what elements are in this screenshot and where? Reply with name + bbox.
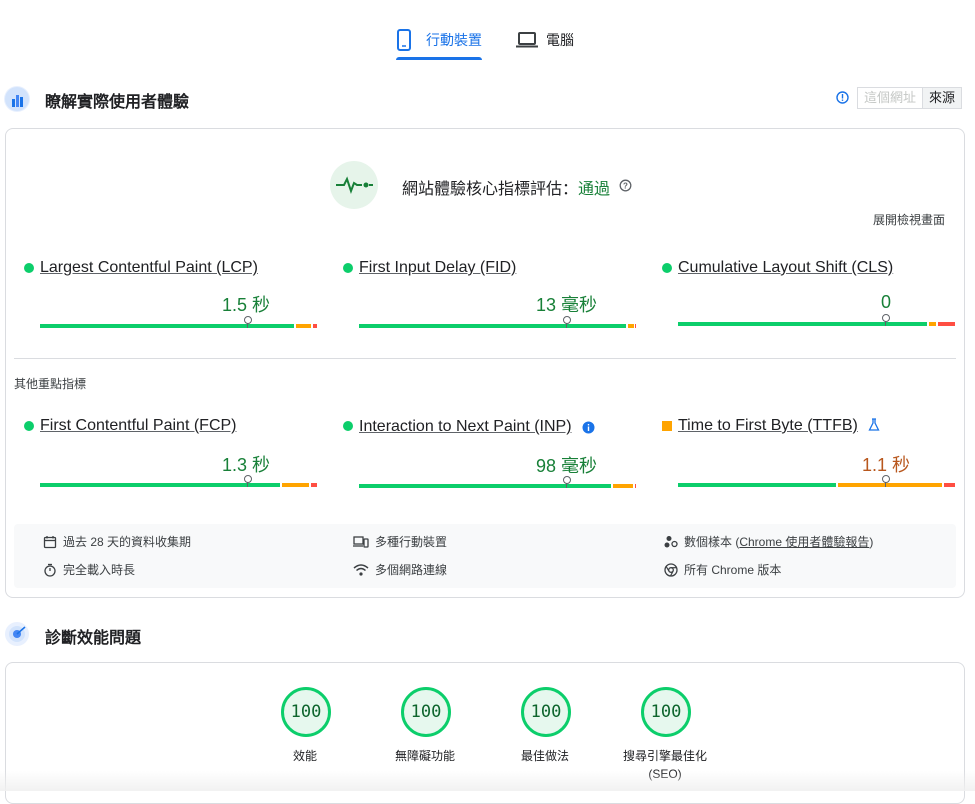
metric-lcp-link[interactable]: Largest Contentful Paint (LCP) xyxy=(40,259,258,277)
origin-button[interactable]: 來源 xyxy=(923,87,963,109)
smartphone-icon xyxy=(396,29,416,51)
info-devices: 多種行動裝置 xyxy=(353,533,447,550)
score-accessibility-gauge[interactable]: 100 xyxy=(401,687,451,737)
metric-fid-value: 13 毫秒 xyxy=(535,295,597,315)
metric-lcp-value: 1.5 秒 xyxy=(221,295,270,315)
metric-cls-marker xyxy=(882,314,890,322)
info-icon[interactable] xyxy=(836,91,849,104)
metric-fid-marker xyxy=(563,316,571,324)
samples-icon xyxy=(664,535,678,547)
good-indicator-icon xyxy=(24,263,34,273)
metric-fcp-marker xyxy=(244,475,252,483)
metric-ttfb-distribution-bar xyxy=(678,483,955,487)
metric-fcp-value: 1.3 秒 xyxy=(221,455,270,475)
url-origin-toggle: 這個網址 來源 xyxy=(857,87,963,109)
crux-report-link[interactable]: Chrome 使用者體驗報告 xyxy=(739,535,869,549)
divider xyxy=(14,358,956,359)
chrome-icon xyxy=(664,562,678,577)
diagnose-radar-icon xyxy=(4,621,30,647)
tab-mobile[interactable]: 行動裝置 xyxy=(396,20,482,60)
cwv-label: 網站體驗核心指標評估： xyxy=(402,181,579,198)
cwv-pulse-icon xyxy=(330,161,378,209)
metric-lcp-marker xyxy=(244,316,252,324)
metric-cls-value: 0 xyxy=(880,292,891,312)
metric-ttfb-value: 1.1 秒 xyxy=(861,455,910,475)
stopwatch-icon xyxy=(44,563,56,577)
score-best-practices-label: 最佳做法 xyxy=(520,749,569,763)
tab-desktop-label: 電腦 xyxy=(546,32,574,48)
metric-lcp-distribution-bar xyxy=(40,324,317,328)
metric-cls-distribution-bar xyxy=(678,322,955,326)
info-period: 過去 28 天的資料收集期 xyxy=(43,533,191,550)
help-icon[interactable]: ? xyxy=(619,179,632,192)
metric-inp-distribution-bar xyxy=(359,484,636,488)
metric-inp-link[interactable]: Interaction to Next Paint (INP) xyxy=(359,418,572,436)
needs-improvement-indicator-icon xyxy=(662,421,672,431)
info-samples: 數個樣本 (Chrome 使用者體驗報告) xyxy=(664,533,873,550)
cwv-assessment: 網站體驗核心指標評估：通過 xyxy=(402,175,610,199)
field-section-title: 瞭解實際使用者體驗 xyxy=(45,94,190,111)
good-indicator-icon xyxy=(343,421,353,431)
metric-cls-link[interactable]: Cumulative Layout Shift (CLS) xyxy=(678,259,893,277)
score-performance-gauge[interactable]: 100 xyxy=(281,687,331,737)
good-indicator-icon xyxy=(343,263,353,273)
metric-fcp-link[interactable]: First Contentful Paint (FCP) xyxy=(40,417,237,435)
user-experience-icon xyxy=(4,86,30,112)
metric-ttfb-marker xyxy=(882,475,890,483)
metric-inp-value: 98 毫秒 xyxy=(535,456,597,476)
this-url-button[interactable]: 這個網址 xyxy=(857,87,924,109)
metric-fcp-distribution-bar xyxy=(40,483,317,487)
svg-text:?: ? xyxy=(623,182,628,191)
score-accessibility-label: 無障礙功能 xyxy=(394,749,455,763)
info-chrome: 所有 Chrome 版本 xyxy=(664,561,781,578)
devices-icon xyxy=(353,535,369,548)
other-metrics-label: 其他重點指標 xyxy=(14,377,87,391)
info-badge-icon[interactable] xyxy=(582,421,595,434)
wifi-icon xyxy=(353,563,369,576)
diagnose-section-title: 診斷效能問題 xyxy=(45,630,142,647)
good-indicator-icon xyxy=(662,263,672,273)
tab-desktop[interactable]: 電腦 xyxy=(516,20,586,60)
metric-fid-distribution-bar xyxy=(359,324,636,328)
tab-mobile-label: 行動裝置 xyxy=(426,32,482,48)
calendar-icon xyxy=(43,535,57,548)
info-network: 多個網路連線 xyxy=(353,561,447,578)
active-tab-indicator xyxy=(396,57,482,60)
score-seo-label: 搜尋引擎最佳化 xyxy=(622,749,707,763)
score-best-practices-gauge[interactable]: 100 xyxy=(521,687,571,737)
experimental-flask-icon xyxy=(868,418,880,432)
info-load: 完全載入時長 xyxy=(43,561,135,578)
metric-inp-marker xyxy=(563,476,571,484)
score-seo-gauge[interactable]: 100 xyxy=(641,687,691,737)
bottom-fade xyxy=(0,771,975,791)
good-indicator-icon xyxy=(24,421,34,431)
laptop-icon xyxy=(516,31,538,49)
score-performance-label: 效能 xyxy=(292,749,317,763)
metric-ttfb-link[interactable]: Time to First Byte (TTFB) xyxy=(678,417,858,435)
expand-view-link[interactable]: 展開檢視畫面 xyxy=(873,211,945,228)
cwv-status: 通過 xyxy=(578,181,611,198)
metric-fid-link[interactable]: First Input Delay (FID) xyxy=(359,259,516,277)
